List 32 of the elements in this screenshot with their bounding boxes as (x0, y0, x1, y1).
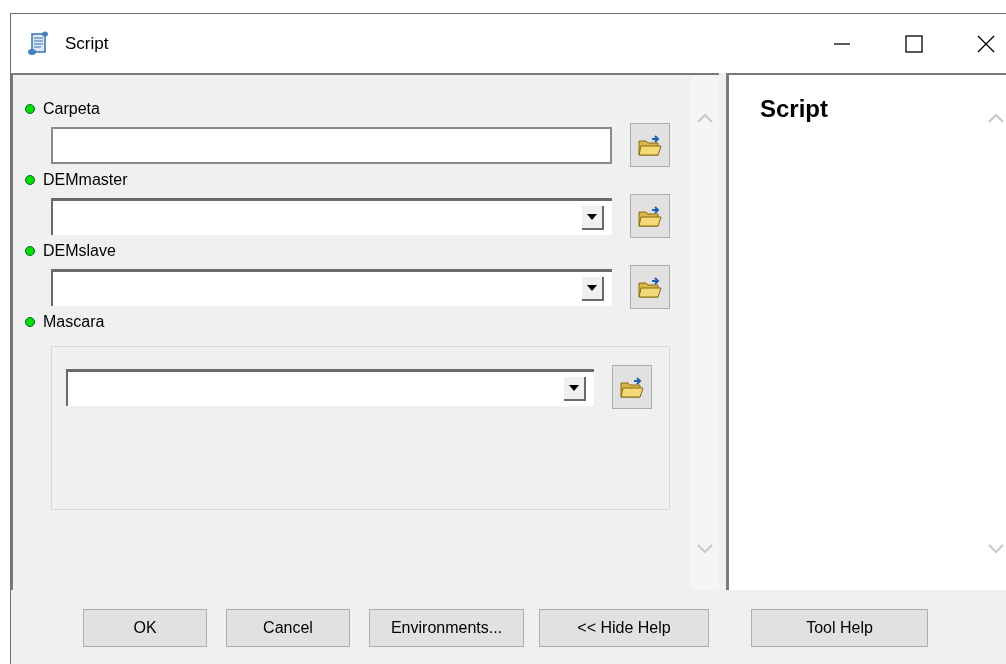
dropdown-field[interactable] (51, 268, 612, 306)
dropdown-field[interactable] (51, 197, 612, 235)
browse-button[interactable] (630, 194, 670, 238)
maximize-icon[interactable] (905, 34, 923, 53)
parameter-label: DEMslave (43, 242, 116, 260)
caret-icon (587, 284, 597, 291)
close-icon[interactable] (977, 34, 995, 53)
dropdown-button[interactable] (582, 205, 604, 230)
dropdown-field[interactable] (66, 368, 594, 406)
browse-button[interactable] (630, 265, 670, 309)
text-field[interactable] (51, 126, 612, 164)
environments-button[interactable]: Environments... (369, 608, 524, 647)
folder-icon (620, 376, 644, 398)
folder-icon (638, 134, 662, 156)
caret-icon (569, 384, 579, 391)
dropdown-button[interactable] (564, 376, 586, 401)
scroll-icon (27, 30, 49, 57)
hide-help-button[interactable]: << Hide Help (539, 608, 709, 647)
browse-button[interactable] (612, 365, 652, 409)
browse-button[interactable] (630, 123, 670, 167)
parameter-label: Mascara (43, 313, 105, 331)
window-title: Script (65, 33, 109, 54)
ok-button[interactable]: OK (83, 608, 207, 647)
parameter-label: Carpeta (43, 100, 100, 118)
parameter-label: DEMmaster (43, 171, 128, 189)
dropdown-button[interactable] (582, 276, 604, 301)
cancel-button[interactable]: Cancel (226, 608, 350, 647)
caret-icon (587, 213, 597, 220)
folder-icon (638, 205, 662, 227)
folder-icon (638, 276, 662, 298)
tool-help-button[interactable]: Tool Help (751, 608, 928, 647)
help-title: Script (760, 95, 828, 122)
